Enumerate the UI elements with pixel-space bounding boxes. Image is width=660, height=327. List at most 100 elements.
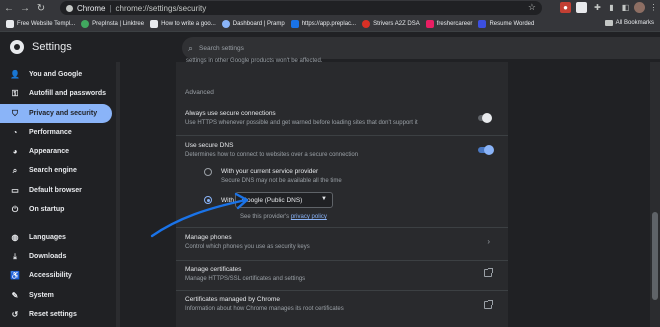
bookmark-item[interactable]: Dashboard | Pramp [221,19,285,28]
shield-icon: ⛉ [12,108,18,118]
extension-red-icon[interactable]: ● [560,2,571,13]
secure-dns-toggle[interactable] [478,145,494,155]
current-provider-sublabel: Secure DNS may not be available all the … [221,178,342,184]
sidebar-item-autofill[interactable]: ⚿ Autofill and passwords [0,84,112,103]
toggle-knob [484,145,494,155]
folder-icon [604,20,613,26]
page-title: Settings [32,41,72,53]
radio-current-provider[interactable] [204,168,212,176]
bookmarks-bar: Free Website Templ... PrepInsta | Linktr… [0,16,660,32]
sidepanel-icon[interactable]: ▮ [606,2,617,13]
current-provider-label: With your current service provider [221,168,319,175]
manage-certificates-subtitle: Manage HTTPS/SSL certificates and settin… [185,276,306,282]
sidebar-item-default-browser[interactable]: ▭ Default browser [0,181,112,200]
extensions-puzzle-icon[interactable]: ✚ [592,2,603,13]
bookmark-favicon-icon [362,19,371,28]
open-in-new-icon[interactable] [484,268,493,277]
profile-avatar[interactable] [634,2,645,13]
bookmark-item[interactable]: PrepInsta | Linktree [81,19,144,28]
annotation-arrow-icon [150,192,249,238]
bookmark-favicon-icon [221,19,230,28]
bookmark-favicon-icon [478,19,487,28]
accessibility-icon: ♿ [10,271,20,280]
bookmark-item[interactable]: https://app.preplac... [290,19,356,28]
sidebar-item-downloads[interactable]: ⤓ Downloads [0,247,112,266]
privacy-policy-link[interactable]: privacy policy [291,214,327,220]
advanced-heading: Advanced [185,89,214,96]
settings-header: Settings ⌕ Search settings [0,33,660,61]
chrome-logo-icon [10,40,24,54]
forward-icon[interactable]: → [18,1,32,15]
search-settings-box[interactable]: ⌕ Search settings [182,37,660,59]
chrome-window: ← → ↻ Chrome | chrome://settings/securit… [0,0,660,327]
cut-off-description: settings in other Google products won't … [186,58,323,64]
sidebar-item-appearance[interactable]: ◕ Appearance [0,142,112,161]
bookmark-star-icon[interactable]: ☆ [528,2,536,13]
settings-sidebar: 👤 You and Google ⚿ Autofill and passwords … [0,62,118,327]
site-label: Chrome [77,3,106,13]
menu-kebab-icon[interactable]: ⋮ [648,2,659,13]
divider [176,135,508,136]
extension-icon[interactable] [576,2,587,13]
sidebar-item-privacy[interactable]: ⛉ Privacy and security [0,104,112,123]
key-icon: ⚿ [11,88,19,98]
secure-connections-subtitle: Use HTTPS whenever possible and get warn… [185,120,418,126]
sidebar-item-you-and-google[interactable]: 👤 You and Google [0,65,112,84]
sidebar-item-performance[interactable]: ◔ Performance [0,123,112,142]
manage-phones-subtitle: Control which phones you use as security… [185,244,310,250]
sidebar-item-accessibility[interactable]: ♿ Accessibility [0,266,112,285]
wrench-icon: ✎ [11,291,19,300]
chrome-site-icon [66,4,73,12]
back-icon[interactable]: ← [2,1,16,15]
url-text: chrome://settings/security [115,3,207,13]
download-icon: ⤓ [13,251,17,261]
chevron-down-icon: ▼ [321,196,327,202]
certs-by-chrome-subtitle: Information about how Chrome manages its… [185,306,344,312]
secure-connections-title: Always use secure connections [185,110,276,117]
globe-icon: ◍ [11,233,19,242]
secure-connections-toggle[interactable] [478,113,492,123]
sidebar-item-reset[interactable]: ↺ Reset settings [0,305,112,324]
bookmark-item[interactable]: Free Website Templ... [6,19,75,28]
sidebar-item-on-startup[interactable]: ⏻ On startup [0,200,112,219]
browser-icon: ▭ [11,186,19,195]
speedometer-icon: ◔ [12,128,18,137]
divider [176,290,508,291]
search-input[interactable]: Search settings [199,45,244,52]
palette-icon: ◕ [12,147,18,156]
main-scrollbar[interactable] [650,62,660,327]
address-bar-row: ← → ↻ Chrome | chrome://settings/securit… [0,0,660,16]
url-separator: | [109,3,112,13]
bookmark-favicon-icon [6,19,14,28]
bookmark-favicon-icon [425,19,434,28]
reload-icon[interactable]: ↻ [34,1,48,15]
chevron-right-icon[interactable]: › [487,237,490,246]
secure-dns-subtitle: Determines how to connect to websites ov… [185,152,359,158]
all-bookmarks[interactable]: All Bookmarks [604,20,654,26]
manage-certificates-title[interactable]: Manage certificates [185,266,241,273]
omnibox[interactable]: Chrome | chrome://settings/security ☆ [60,1,542,15]
bookmark-favicon-icon [150,19,159,28]
toggle-knob [482,113,492,123]
sidebar-item-languages[interactable]: ◍ Languages [0,228,112,247]
provider-note: See this provider's privacy policy [240,214,327,220]
reset-icon: ↺ [11,310,19,319]
sidebar-item-search-engine[interactable]: ⌕ Search engine [0,161,112,180]
bookmark-item[interactable]: freshercareer [425,19,472,28]
bookmark-item[interactable]: Resume Worded [478,19,534,28]
power-icon: ⏻ [11,204,19,214]
bookmark-favicon-icon [290,19,299,28]
divider [176,260,508,261]
sidebar-item-system[interactable]: ✎ System [0,286,112,305]
sidebar-scrollbar[interactable] [116,62,120,327]
split-view-icon[interactable]: ◧ [620,2,631,13]
search-icon: ⌕ [12,165,18,175]
open-in-new-icon[interactable] [484,300,493,309]
secure-dns-title: Use secure DNS [185,142,234,149]
google-icon: 👤 [10,70,20,79]
bookmark-item[interactable]: Strivers A2Z DSA [362,19,420,28]
certs-by-chrome-title[interactable]: Certificates managed by Chrome [185,296,280,303]
search-icon: ⌕ [188,42,194,53]
scrollbar-thumb[interactable] [652,212,658,300]
bookmark-item[interactable]: How to write a goo... [150,19,216,28]
